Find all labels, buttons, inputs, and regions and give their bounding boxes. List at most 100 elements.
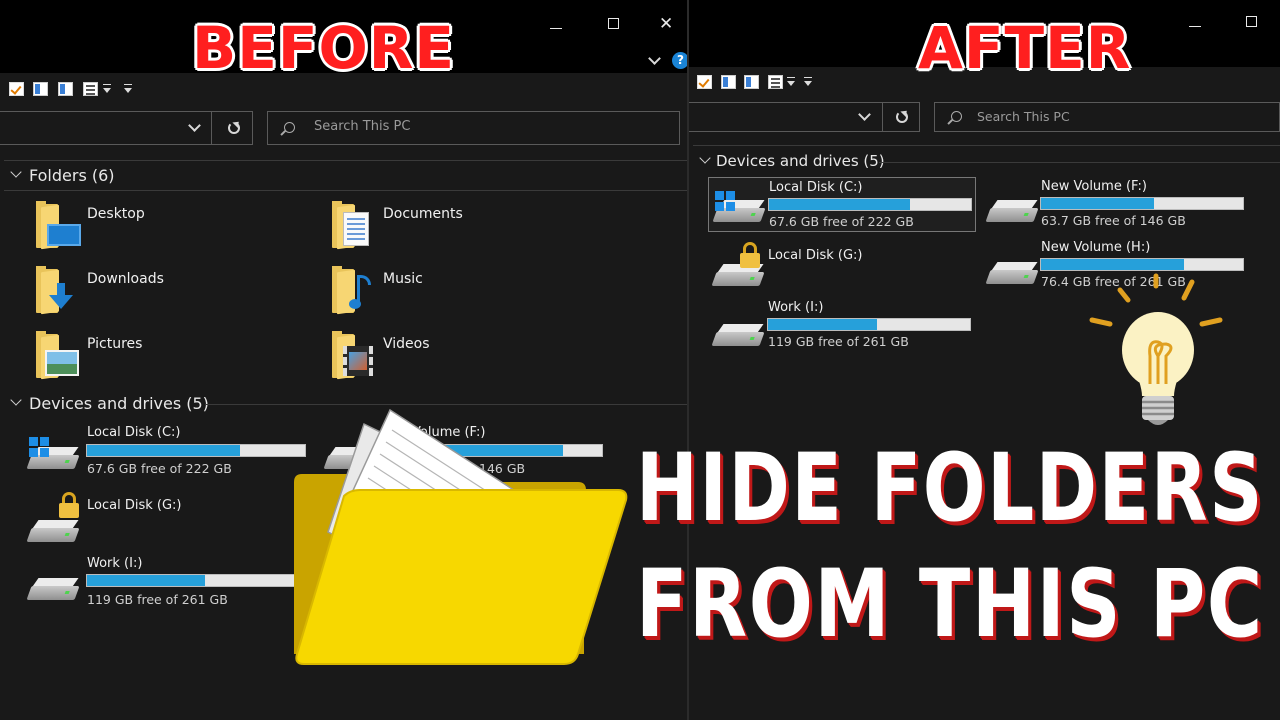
folders-group-header[interactable]: Folders (6)	[29, 166, 115, 185]
search-placeholder: Search This PC	[977, 109, 1070, 124]
drive-free-space: 119 GB free of 261 GB	[87, 592, 228, 607]
layout-icon[interactable]	[83, 82, 98, 96]
search-icon	[284, 122, 295, 133]
folder-downloads[interactable]: Downloads	[33, 266, 313, 323]
preview-pane-icon[interactable]	[721, 75, 736, 89]
folder-documents[interactable]: Documents	[329, 201, 609, 258]
documents-folder-icon	[329, 201, 369, 250]
ribbon-expand-chevron-icon[interactable]	[648, 52, 661, 65]
drive-free-space: 119 GB free of 261 GB	[768, 334, 909, 349]
folder-label: Documents	[383, 206, 463, 222]
headline-line-1: HIDE FOLDERS	[636, 434, 1264, 543]
lock-icon	[740, 242, 760, 268]
address-history-chevron-icon[interactable]	[858, 108, 871, 121]
drive-usage-fill	[768, 319, 878, 330]
drive-usage-bar	[767, 318, 971, 331]
videos-folder-icon	[329, 331, 373, 380]
search-box[interactable]: Search This PC	[934, 102, 1280, 132]
customize-toolbar-icon[interactable]	[124, 84, 132, 93]
drive-usage-bar	[86, 444, 306, 457]
address-history-chevron-icon[interactable]	[188, 119, 201, 132]
drive-f[interactable]: New Volume (F:) 63.7 GB free of 146 GB	[985, 178, 1254, 233]
search-placeholder: Search This PC	[314, 119, 411, 134]
hard-drive-icon	[26, 576, 80, 602]
folder-pictures[interactable]: Pictures	[33, 331, 313, 388]
drive-free-space: 67.6 GB free of 222 GB	[87, 461, 232, 476]
windows-logo-icon	[715, 191, 735, 211]
pictures-folder-icon	[33, 331, 79, 380]
drive-c[interactable]: Local Disk (C:) 67.6 GB free of 222 GB	[708, 177, 976, 232]
drive-name: Local Disk (C:)	[769, 180, 863, 195]
lock-icon	[59, 492, 79, 518]
open-folder-icon	[294, 408, 628, 665]
maximize-button[interactable]	[608, 18, 619, 29]
properties-icon[interactable]	[697, 75, 712, 89]
folder-videos[interactable]: Videos	[329, 331, 609, 388]
folder-label: Music	[383, 271, 423, 287]
before-label: BEFORE	[192, 14, 456, 82]
drive-usage-fill	[769, 199, 911, 210]
drives-group-header[interactable]: Devices and drives (5)	[29, 394, 209, 413]
drives-collapse-chevron-icon[interactable]	[10, 394, 22, 406]
drives-group-divider	[879, 162, 1280, 163]
details-pane-icon[interactable]	[744, 75, 759, 89]
headline-line-2: FROM THIS PC	[636, 550, 1264, 659]
after-label: AFTER	[918, 14, 1132, 82]
drive-usage-fill	[1041, 198, 1155, 209]
folder-label: Videos	[383, 336, 430, 352]
desktop-folder-icon	[33, 201, 81, 250]
hard-drive-icon	[711, 322, 765, 348]
search-icon	[951, 111, 962, 122]
address-bar[interactable]	[689, 102, 920, 132]
drive-g[interactable]: Local Disk (G:)	[711, 242, 980, 294]
drive-name: New Volume (F:)	[1041, 179, 1147, 194]
address-bar[interactable]	[0, 111, 253, 145]
drive-g[interactable]: Local Disk (G:)	[26, 492, 302, 554]
preview-pane-icon[interactable]	[33, 82, 48, 96]
drive-usage-bar	[1040, 197, 1244, 210]
details-pane-icon[interactable]	[58, 82, 73, 96]
drive-usage-bar	[86, 574, 306, 587]
layout-dropdown-icon[interactable]	[787, 77, 795, 86]
drive-usage-bar	[768, 198, 972, 211]
layout-dropdown-icon[interactable]	[103, 84, 111, 93]
hard-drive-icon	[985, 260, 1039, 286]
help-icon[interactable]: ?	[672, 52, 687, 69]
close-button[interactable]: ✕	[659, 14, 673, 34]
music-folder-icon	[329, 266, 371, 315]
drive-name: Local Disk (C:)	[87, 425, 181, 440]
drive-name: New Volume (H:)	[1041, 240, 1151, 255]
drive-c[interactable]: Local Disk (C:) 67.6 GB free of 222 GB	[26, 423, 306, 481]
folder-label: Downloads	[87, 271, 164, 287]
folder-desktop[interactable]: Desktop	[33, 201, 313, 258]
minimize-button[interactable]	[1189, 26, 1201, 27]
folders-collapse-chevron-icon[interactable]	[10, 166, 22, 178]
refresh-icon[interactable]	[896, 111, 908, 123]
drive-free-space: 67.6 GB free of 222 GB	[769, 214, 914, 229]
hard-drive-icon	[985, 198, 1039, 224]
drive-name: Local Disk (G:)	[768, 248, 863, 263]
minimize-button[interactable]	[550, 28, 562, 29]
refresh-icon[interactable]	[228, 122, 240, 134]
drive-name: Work (I:)	[768, 300, 824, 315]
search-box[interactable]: Search This PC	[267, 111, 680, 145]
drives-collapse-chevron-icon[interactable]	[699, 152, 711, 164]
drive-usage-fill	[1041, 259, 1185, 270]
drive-name: Work (I:)	[87, 556, 143, 571]
drive-i[interactable]: Work (I:) 119 GB free of 261 GB	[26, 554, 306, 612]
lightbulb-icon	[1089, 273, 1223, 425]
drive-usage-fill	[87, 575, 205, 586]
folder-label: Pictures	[87, 336, 143, 352]
drive-usage-fill	[87, 445, 240, 456]
folder-music[interactable]: Music	[329, 266, 609, 323]
properties-icon[interactable]	[9, 82, 24, 96]
drives-group-header[interactable]: Devices and drives (5)	[716, 152, 885, 170]
drive-name: Local Disk (G:)	[87, 498, 182, 513]
customize-toolbar-icon[interactable]	[804, 77, 812, 86]
layout-icon[interactable]	[768, 75, 783, 89]
folder-label: Desktop	[87, 206, 145, 222]
downloads-folder-icon	[33, 266, 73, 315]
maximize-button[interactable]	[1246, 16, 1257, 27]
drive-i[interactable]: Work (I:) 119 GB free of 261 GB	[711, 298, 980, 353]
hard-drive-icon	[26, 518, 80, 544]
